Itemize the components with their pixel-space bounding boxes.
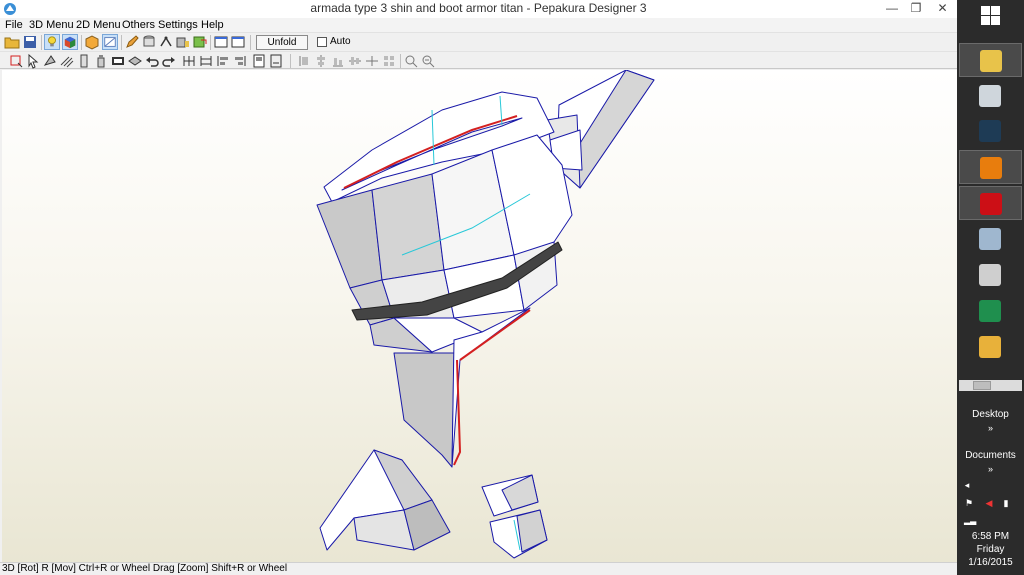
taskbar-task-manager[interactable] bbox=[959, 222, 1022, 256]
edge-id-icon[interactable] bbox=[175, 34, 191, 50]
desktop-chevron-icon[interactable]: » bbox=[957, 423, 1024, 433]
pin-join-icon[interactable] bbox=[158, 34, 174, 50]
edit-toolbar bbox=[0, 51, 957, 69]
3d-viewport[interactable] bbox=[2, 70, 957, 562]
system-tray: ◂ ⚑ ◀ ▮ ▂▃ 6:58 PM Friday 1/16/2015 bbox=[957, 478, 1024, 575]
menu-help[interactable]: Help bbox=[201, 18, 224, 32]
status-bar: 3D [Rot] R [Mov] Ctrl+R or Wheel Drag [Z… bbox=[0, 562, 957, 575]
blender-icon bbox=[980, 157, 1002, 179]
undo-arrow-icon[interactable] bbox=[144, 53, 160, 69]
taskbar-paint-app[interactable] bbox=[959, 79, 1022, 113]
paint-app-icon bbox=[979, 85, 1001, 107]
text-box-icon[interactable] bbox=[110, 53, 126, 69]
taskbar-file-explorer[interactable] bbox=[959, 43, 1022, 77]
page-print-icon[interactable] bbox=[268, 53, 284, 69]
box-shading-icon[interactable] bbox=[84, 34, 100, 50]
windows-taskbar: Desktop » Documents » ◂ ⚑ ◀ ▮ ▂▃ 6:58 PM… bbox=[957, 0, 1024, 575]
grid-arrange-icon[interactable] bbox=[381, 53, 397, 69]
auto-label: Auto bbox=[330, 36, 351, 47]
main-toolbar: Unfold Auto bbox=[0, 32, 957, 51]
page-icon[interactable] bbox=[251, 53, 267, 69]
window-split-icon[interactable] bbox=[230, 34, 246, 50]
cylinder-icon[interactable] bbox=[141, 34, 157, 50]
menu-settings[interactable]: Settings bbox=[158, 18, 198, 32]
printer-app-icon bbox=[979, 264, 1001, 286]
zoom-fit-icon[interactable] bbox=[420, 53, 436, 69]
bottle-icon[interactable] bbox=[93, 53, 109, 69]
green-app-icon bbox=[979, 300, 1001, 322]
lightbulb-icon[interactable] bbox=[44, 34, 60, 50]
grid-split-icon[interactable] bbox=[198, 53, 214, 69]
align-center-h-icon[interactable] bbox=[313, 53, 329, 69]
close-button[interactable]: ✕ bbox=[928, 0, 957, 18]
media-app-icon bbox=[979, 120, 1001, 142]
select-edge-icon[interactable] bbox=[8, 53, 24, 69]
armor-model-3d[interactable] bbox=[2, 70, 957, 562]
zoom-search-icon[interactable] bbox=[403, 53, 419, 69]
opera-icon bbox=[980, 193, 1002, 215]
menu-file[interactable]: File bbox=[5, 18, 23, 32]
taskbar-blender[interactable] bbox=[959, 150, 1022, 184]
window-title: armada type 3 shin and boot armor titan … bbox=[310, 1, 647, 15]
volume-muted-icon[interactable]: ◀ bbox=[984, 498, 994, 508]
taskbar-media-app[interactable] bbox=[959, 114, 1022, 148]
status-hint: 3D [Rot] R [Mov] Ctrl+R or Wheel Drag [Z… bbox=[2, 563, 288, 574]
tray-expand-icon[interactable]: ◂ bbox=[962, 480, 972, 490]
desktop-toolbar-label[interactable]: Desktop bbox=[957, 409, 1024, 420]
taskbar-green-app[interactable] bbox=[959, 294, 1022, 328]
taskbar-opera[interactable] bbox=[959, 186, 1022, 220]
battery-icon[interactable]: ▮ bbox=[1001, 498, 1011, 508]
export-green-icon[interactable] bbox=[192, 34, 208, 50]
distribute-icon[interactable] bbox=[364, 53, 380, 69]
move-pointer-icon[interactable] bbox=[25, 53, 41, 69]
signal-icon[interactable]: ▂▃ bbox=[964, 516, 976, 526]
flap-icon[interactable] bbox=[76, 53, 92, 69]
align-top-icon[interactable] bbox=[296, 53, 312, 69]
open-folder-icon[interactable] bbox=[4, 34, 20, 50]
scissors-app-icon bbox=[979, 336, 1001, 358]
align-bottom-icon[interactable] bbox=[330, 53, 346, 69]
flat-view-icon[interactable] bbox=[102, 34, 118, 50]
menu-others[interactable]: Others bbox=[122, 18, 155, 32]
auto-checkbox[interactable] bbox=[317, 37, 327, 47]
taskbar-scrollbar[interactable] bbox=[959, 380, 1022, 391]
layer-icon[interactable] bbox=[127, 53, 143, 69]
documents-toolbar-label[interactable]: Documents bbox=[957, 450, 1024, 461]
align-middle-icon[interactable] bbox=[347, 53, 363, 69]
align-left-icon[interactable] bbox=[215, 53, 231, 69]
taskbar-printer-app[interactable] bbox=[959, 258, 1022, 292]
save-icon[interactable] bbox=[22, 34, 38, 50]
clock-day[interactable]: Friday bbox=[957, 544, 1024, 556]
taskbar-scissors-app[interactable] bbox=[959, 330, 1022, 364]
align-right-icon[interactable] bbox=[232, 53, 248, 69]
window-single-icon[interactable] bbox=[213, 34, 229, 50]
pencil-icon[interactable] bbox=[124, 34, 140, 50]
texture-cube-icon[interactable] bbox=[62, 34, 78, 50]
minimize-button[interactable]: — bbox=[880, 0, 904, 18]
menu-2d[interactable]: 2D Menu bbox=[76, 18, 121, 32]
flag-icon[interactable]: ⚑ bbox=[964, 498, 974, 508]
documents-chevron-icon[interactable]: » bbox=[957, 464, 1024, 474]
windows-start-icon[interactable] bbox=[957, 0, 1024, 34]
file-explorer-icon bbox=[980, 50, 1002, 72]
menu-3d[interactable]: 3D Menu bbox=[29, 18, 74, 32]
redo-arrow-icon[interactable] bbox=[161, 53, 177, 69]
menu-bar: File 3D Menu 2D Menu Others Settings Hel… bbox=[0, 18, 957, 32]
grid-join-icon[interactable] bbox=[181, 53, 197, 69]
title-bar: armada type 3 shin and boot armor titan … bbox=[0, 0, 957, 18]
clock-time[interactable]: 6:58 PM bbox=[957, 531, 1024, 543]
taskbar-scroll-thumb[interactable] bbox=[973, 381, 991, 390]
clock-date[interactable]: 1/16/2015 bbox=[957, 557, 1024, 569]
stripes-icon[interactable] bbox=[59, 53, 75, 69]
rotate-part-icon[interactable] bbox=[42, 53, 58, 69]
maximize-button[interactable]: ❐ bbox=[904, 0, 928, 18]
unfold-button[interactable]: Unfold bbox=[256, 35, 308, 50]
task-manager-icon bbox=[979, 228, 1001, 250]
